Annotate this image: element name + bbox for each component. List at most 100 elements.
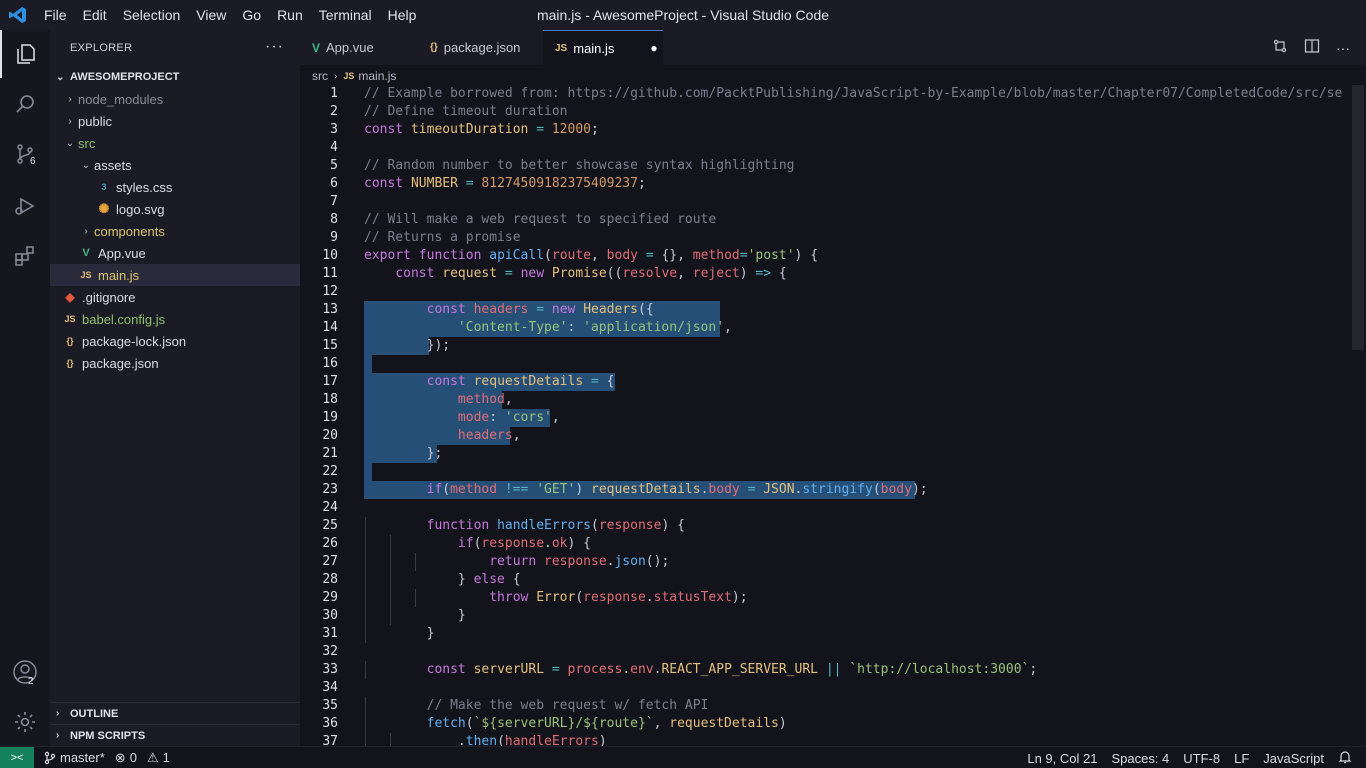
code-line[interactable]: 29 throw Error(response.statusText);: [300, 589, 1366, 607]
open-changes-icon[interactable]: [1272, 38, 1288, 57]
code-line[interactable]: 20 headers,: [300, 427, 1366, 445]
code-line[interactable]: 18 method,: [300, 391, 1366, 409]
tree-item-logo-svg[interactable]: ✺ logo.svg: [50, 198, 300, 220]
tab-main-js[interactable]: JS main.js ●: [543, 30, 663, 65]
menu-go[interactable]: Go: [234, 7, 269, 23]
notifications-icon[interactable]: [1338, 750, 1352, 767]
code-line[interactable]: 13 const headers = new Headers({: [300, 301, 1366, 319]
files-icon[interactable]: [0, 30, 50, 78]
tree-item-gitignore[interactable]: ◆ .gitignore: [50, 286, 300, 308]
tree-item-styles-css[interactable]: 3 styles.css: [50, 176, 300, 198]
git-branch[interactable]: master*: [44, 750, 105, 765]
indentation[interactable]: Spaces: 4: [1111, 751, 1169, 766]
more-actions-icon[interactable]: ···: [265, 38, 284, 56]
tree-item-node-modules[interactable]: › node_modules: [50, 88, 300, 110]
code-text: } else {: [457, 572, 521, 587]
unsaved-dot-icon[interactable]: ●: [650, 41, 657, 55]
menu-selection[interactable]: Selection: [115, 7, 189, 23]
menu-run[interactable]: Run: [269, 7, 311, 23]
accounts-icon[interactable]: 2: [0, 648, 50, 696]
code-line[interactable]: 3 const timeoutDuration = 12000;: [300, 121, 1366, 139]
code-line[interactable]: 4: [300, 139, 1366, 157]
tree-item-assets[interactable]: ⌄ assets: [50, 154, 300, 176]
tree-item-app-vue[interactable]: V App.vue: [50, 242, 300, 264]
code-line[interactable]: 35 // Make the web request w/ fetch API: [300, 697, 1366, 715]
tab-app-vue[interactable]: V App.vue: [300, 30, 418, 65]
code-line[interactable]: 16: [300, 355, 1366, 373]
tree-item-public[interactable]: › public: [50, 110, 300, 132]
code-line[interactable]: 12: [300, 283, 1366, 301]
end-of-line[interactable]: LF: [1234, 751, 1249, 766]
code-line[interactable]: 25 function handleErrors(response) {: [300, 517, 1366, 535]
code-line[interactable]: 26 if(response.ok) {: [300, 535, 1366, 553]
settings-gear-icon[interactable]: [0, 698, 50, 746]
code-line[interactable]: 27 return response.json();: [300, 553, 1366, 571]
tree-item-package-lock[interactable]: {} package-lock.json: [50, 330, 300, 352]
code-line[interactable]: 23 if(method !== 'GET') requestDetails.b…: [300, 481, 1366, 499]
code-line[interactable]: 14 'Content-Type': 'application/json',: [300, 319, 1366, 337]
code-line[interactable]: 24: [300, 499, 1366, 517]
source-control-icon[interactable]: 6: [0, 130, 50, 178]
extensions-icon[interactable]: [0, 232, 50, 280]
line-number: 30: [322, 608, 338, 623]
code-text: // Make the web request w/ fetch API: [426, 698, 709, 713]
run-debug-icon[interactable]: [0, 182, 50, 230]
outline-section-header[interactable]: › OUTLINE: [50, 702, 300, 724]
language-mode[interactable]: JavaScript: [1263, 751, 1324, 766]
code-line[interactable]: 34: [300, 679, 1366, 697]
breadcrumb-file[interactable]: main.js: [358, 69, 396, 83]
code-line[interactable]: 22: [300, 463, 1366, 481]
code-line[interactable]: 31 }: [300, 625, 1366, 643]
code-line[interactable]: 1 // Example borrowed from: https://githu…: [300, 85, 1366, 103]
code-line[interactable]: 11 const request = new Promise((resolve,…: [300, 265, 1366, 283]
project-name: AWESOMEPROJECT: [70, 71, 180, 83]
menu-edit[interactable]: Edit: [75, 7, 115, 23]
tree-item-main-js[interactable]: JS main.js: [50, 264, 300, 286]
title-bar: File Edit Selection View Go Run Terminal…: [0, 0, 1366, 30]
tab-package-json[interactable]: {} package.json: [418, 30, 543, 65]
code-editor[interactable]: 1 // Example borrowed from: https://githu…: [300, 85, 1366, 746]
code-line[interactable]: 28 } else {: [300, 571, 1366, 589]
code-line[interactable]: 19 mode: 'cors',: [300, 409, 1366, 427]
code-line[interactable]: 5 // Random number to better showcase syn…: [300, 157, 1366, 175]
menu-file[interactable]: File: [36, 7, 75, 23]
code-line[interactable]: 36 fetch(`${serverURL}/${route}`, reques…: [300, 715, 1366, 733]
code-line[interactable]: 6 const NUMBER = 81274509182375409237;: [300, 175, 1366, 193]
code-line[interactable]: 33 const serverURL = process.env.REACT_A…: [300, 661, 1366, 679]
cursor-position[interactable]: Ln 9, Col 21: [1027, 751, 1097, 766]
problems-indicator[interactable]: ⊗ 0 ⚠ 1: [115, 750, 170, 766]
tree-item-package-json[interactable]: {} package.json: [50, 352, 300, 374]
code-line[interactable]: 21 };: [300, 445, 1366, 463]
tree-item-components[interactable]: › components: [50, 220, 300, 242]
code-text: headers,: [457, 428, 521, 443]
code-line[interactable]: 10 export function apiCall(route, body = …: [300, 247, 1366, 265]
more-actions-icon[interactable]: ···: [1336, 40, 1350, 56]
tree-item-babel-config[interactable]: JS babel.config.js: [50, 308, 300, 330]
activity-bar: 6 2: [0, 30, 50, 746]
split-editor-icon[interactable]: [1304, 38, 1320, 57]
menu-view[interactable]: View: [188, 7, 234, 23]
tree-item-src[interactable]: ⌄ src: [50, 132, 300, 154]
code-line[interactable]: 9 // Returns a promise: [300, 229, 1366, 247]
error-icon: ⊗: [114, 749, 126, 765]
code-line[interactable]: 7: [300, 193, 1366, 211]
line-number: 18: [322, 392, 338, 407]
code-text: export function apiCall(route, body = {}…: [364, 248, 819, 263]
code-line[interactable]: 30 }: [300, 607, 1366, 625]
menu-terminal[interactable]: Terminal: [311, 7, 380, 23]
breadcrumb-folder[interactable]: src: [312, 69, 328, 83]
menu-help[interactable]: Help: [380, 7, 425, 23]
status-bar: >< master* ⊗ 0 ⚠ 1 Ln 9, Col 21 Spaces: …: [0, 746, 1366, 768]
code-line[interactable]: 15 });: [300, 337, 1366, 355]
code-line[interactable]: 2 // Define timeout duration: [300, 103, 1366, 121]
remote-indicator-icon[interactable]: ><: [0, 746, 34, 768]
project-section-header[interactable]: ⌄ AWESOMEPROJECT: [50, 66, 300, 88]
search-icon[interactable]: [0, 80, 50, 128]
code-line[interactable]: 37 .then(handleErrors): [300, 733, 1366, 746]
code-line[interactable]: 8 // Will make a web request to specified…: [300, 211, 1366, 229]
line-number: 1: [330, 86, 338, 101]
code-line[interactable]: 17 const requestDetails = {: [300, 373, 1366, 391]
npm-scripts-section-header[interactable]: › NPM SCRIPTS: [50, 724, 300, 746]
encoding[interactable]: UTF-8: [1183, 751, 1220, 766]
code-line[interactable]: 32: [300, 643, 1366, 661]
